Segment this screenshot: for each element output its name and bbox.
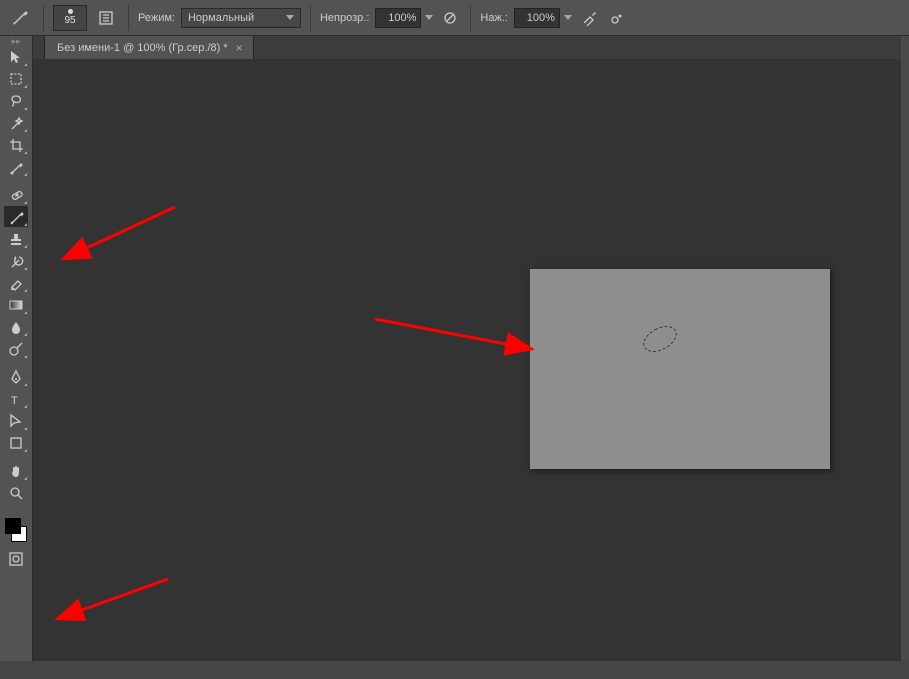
opacity-input[interactable]: 100% — [375, 8, 421, 28]
dodge-tool[interactable] — [4, 338, 28, 359]
color-swatches[interactable] — [3, 516, 29, 544]
svg-text:T: T — [11, 395, 18, 407]
annotation-arrow — [45, 59, 545, 679]
eraser-tool[interactable] — [4, 272, 28, 293]
zoom-tool[interactable] — [4, 482, 28, 503]
toolbar: ▸▸ T — [0, 36, 33, 661]
eyedropper-tool[interactable] — [4, 156, 28, 177]
chevron-down-icon[interactable] — [564, 15, 572, 20]
chevron-down-icon — [286, 15, 294, 20]
canvas-stage[interactable] — [45, 59, 909, 661]
document-tabs: Без имени-1 @ 100% (Гр.сер./8) * × — [33, 36, 909, 59]
panel-dock-collapsed[interactable] — [901, 36, 909, 661]
crop-tool[interactable] — [4, 134, 28, 155]
flow-label: Наж.: — [480, 12, 508, 24]
history-brush-tool[interactable] — [4, 250, 28, 271]
close-icon[interactable]: × — [236, 41, 243, 55]
path-select-tool[interactable] — [4, 410, 28, 431]
toolbar-grip[interactable]: ▸▸ — [0, 36, 32, 46]
lasso-tool[interactable] — [4, 90, 28, 111]
foreground-color[interactable] — [5, 518, 21, 534]
options-bar: 95 Режим: Нормальный Непрозр.: 100% Наж.… — [0, 0, 909, 36]
blur-tool[interactable] — [4, 316, 28, 337]
wand-tool[interactable] — [4, 112, 28, 133]
marquee-tool[interactable] — [4, 68, 28, 89]
stamp-tool[interactable] — [4, 228, 28, 249]
blend-mode-value: Нормальный — [188, 12, 254, 24]
document-tab-title: Без имени-1 @ 100% (Гр.сер./8) * — [57, 42, 228, 54]
flow-input[interactable]: 100% — [514, 8, 560, 28]
type-tool[interactable]: T — [4, 388, 28, 409]
blend-mode-select[interactable]: Нормальный — [181, 8, 301, 28]
brush-panel-toggle[interactable] — [93, 6, 119, 30]
shape-tool[interactable] — [4, 432, 28, 453]
size-pressure-toggle[interactable] — [606, 7, 628, 29]
canvas-area: Без имени-1 @ 100% (Гр.сер./8) * × — [33, 36, 909, 661]
gradient-tool[interactable] — [4, 294, 28, 315]
opacity-label: Непрозр.: — [320, 12, 369, 24]
opacity-pressure-toggle[interactable] — [439, 7, 461, 29]
airbrush-toggle[interactable] — [578, 7, 600, 29]
document-canvas[interactable] — [530, 269, 830, 469]
brush-size-value: 95 — [64, 15, 75, 26]
quickmask-toggle[interactable] — [4, 548, 28, 569]
hand-tool[interactable] — [4, 460, 28, 481]
move-tool[interactable] — [4, 46, 28, 67]
document-tab[interactable]: Без имени-1 @ 100% (Гр.сер./8) * × — [45, 36, 254, 59]
brush-tool[interactable] — [4, 206, 28, 227]
brush-picker[interactable]: 95 — [53, 5, 87, 31]
pen-tool[interactable] — [4, 366, 28, 387]
heal-tool[interactable] — [4, 184, 28, 205]
chevron-down-icon[interactable] — [425, 15, 433, 20]
marquee-selection — [639, 321, 681, 357]
tool-preset-picker[interactable] — [6, 5, 34, 31]
mode-label: Режим: — [138, 12, 175, 24]
